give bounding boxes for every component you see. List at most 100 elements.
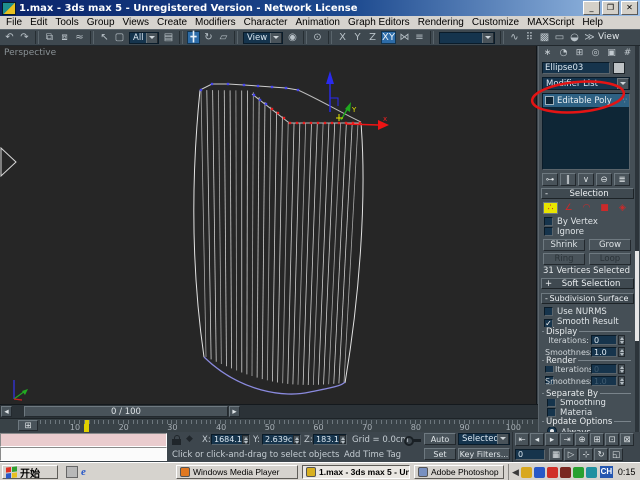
next-frame-arrow[interactable]: ▸ (229, 406, 240, 417)
render-iterations-spinner[interactable] (618, 364, 625, 374)
close-button[interactable]: ✕ (621, 1, 638, 15)
render-iterations-field[interactable]: 0 (591, 364, 617, 374)
menu-modifiers[interactable]: Modifiers (191, 17, 240, 28)
play-button[interactable]: ▸ (545, 433, 559, 446)
menu-animation[interactable]: Animation (292, 17, 344, 28)
show-desktop-icon[interactable] (66, 466, 78, 478)
subdivision-surface-rollout-header[interactable]: - Subdivision Surface (541, 293, 634, 304)
tray-icon-4[interactable] (559, 466, 571, 478)
current-frame-field[interactable]: 0 (515, 449, 545, 460)
select-and-rotate-icon[interactable]: ↻ (202, 31, 215, 44)
dropdown-arrow-icon[interactable] (497, 434, 509, 444)
by-vertex-checkbox[interactable]: By Vertex (544, 217, 598, 227)
smoothing-groups-checkbox[interactable]: Smoothing (547, 398, 606, 408)
set-key-icon[interactable] (404, 436, 421, 446)
open-mini-curve-editor-button[interactable]: ⊞ (18, 420, 38, 431)
macro-recorder-line[interactable] (0, 433, 167, 447)
soft-selection-rollout-header[interactable]: + Soft Selection (541, 278, 634, 289)
menu-views[interactable]: Views (119, 17, 154, 28)
use-pivot-point-center-icon[interactable]: ◉ (286, 31, 299, 44)
menu-group[interactable]: Group (83, 17, 119, 28)
checkbox-box[interactable] (547, 408, 556, 417)
tab-utilities[interactable]: # (621, 47, 634, 59)
loop-button[interactable]: Loop (589, 253, 631, 265)
panel-scrollbar-track[interactable] (635, 46, 639, 432)
tab-modify[interactable]: ◔ (557, 47, 570, 59)
ring-button[interactable]: Ring (543, 253, 585, 265)
tab-motion[interactable]: ◎ (589, 47, 602, 59)
z-coordinate-field[interactable]: 183.154 (313, 434, 347, 445)
panel-scrollbar-thumb[interactable] (635, 251, 639, 341)
absolute-mode-icon[interactable]: ◆ (186, 434, 193, 444)
select-by-name-icon[interactable]: ▤ (162, 31, 175, 44)
auto-key-button[interactable]: Auto Key (424, 433, 456, 445)
reference-coordinate-dropdown[interactable]: View (243, 31, 283, 44)
object-color-swatch[interactable] (613, 62, 625, 74)
display-iterations-field[interactable]: 0 (591, 335, 617, 345)
tray-icon-3[interactable] (546, 466, 558, 478)
zoom-all-icon[interactable]: ⊞ (590, 433, 604, 446)
mirror-icon[interactable]: ⋈ (398, 31, 411, 44)
edge-mode-icon[interactable]: ∠ (561, 202, 576, 214)
align-icon[interactable]: ≡ (413, 31, 426, 44)
grow-button[interactable]: Grow (589, 239, 631, 251)
restrict-xy-plane-button[interactable]: XY (381, 31, 396, 44)
start-button[interactable]: 开始 (2, 465, 58, 480)
go-to-end-button[interactable]: ⇥ (560, 433, 574, 446)
show-end-result-icon[interactable]: ‖ (560, 173, 576, 186)
configure-modifier-sets-icon[interactable]: ≣ (614, 173, 630, 186)
track-bar[interactable]: ⊞ 10 20 30 40 50 60 70 80 90 100 (0, 418, 538, 432)
menu-help[interactable]: Help (578, 17, 607, 28)
tray-icon-2[interactable] (533, 466, 545, 478)
unlink-selection-icon[interactable]: ⧈ (58, 31, 71, 44)
menu-customize[interactable]: Customize (468, 17, 523, 28)
polygon-mode-icon[interactable]: ■ (597, 202, 612, 214)
time-configuration-icon[interactable]: ▦ (549, 448, 563, 461)
render-scene-icon[interactable]: ▭ (553, 31, 566, 44)
undo-icon[interactable]: ↶ (3, 31, 16, 44)
display-smoothness-spinner[interactable] (618, 347, 625, 357)
material-editor-icon[interactable]: ▩ (538, 31, 551, 44)
menu-tools[interactable]: Tools (51, 17, 82, 28)
task-adobe-photoshop[interactable]: Adobe Photoshop (414, 465, 504, 479)
zoom-extents-icon[interactable]: ⊡ (605, 433, 619, 446)
listener-line[interactable] (0, 447, 167, 461)
stack-item-editable-poly[interactable]: Editable Poly ∵ (543, 94, 629, 107)
redo-icon[interactable]: ↷ (18, 31, 31, 44)
object-name-field[interactable]: Ellipse03 (542, 62, 610, 74)
y-coordinate-field[interactable]: 2.639cm (262, 434, 301, 445)
set-key-button[interactable]: Set Key (424, 448, 456, 460)
modifier-stack[interactable]: Editable Poly ∵ (542, 93, 630, 170)
menu-graph-editors[interactable]: Graph Editors (344, 17, 414, 28)
key-mode-dropdown[interactable]: Selected (458, 433, 510, 445)
menu-file[interactable]: File (2, 17, 26, 28)
restore-button[interactable]: ❐ (602, 1, 619, 15)
quick-render-icon[interactable]: ≫ (583, 31, 596, 44)
time-slider[interactable]: 0 / 100 (24, 406, 228, 417)
wireframe-object[interactable] (200, 89, 359, 386)
tray-icon-6[interactable] (585, 466, 597, 478)
edge-arrow-object[interactable] (0, 146, 17, 178)
tray-icon-1[interactable] (520, 466, 532, 478)
checkbox-box[interactable] (544, 307, 553, 316)
previous-frame-arrow[interactable]: ◂ (1, 406, 12, 417)
shrink-button[interactable]: Shrink (543, 239, 585, 251)
border-mode-icon[interactable]: ◠ (579, 202, 594, 214)
render-smoothness-spinner[interactable] (618, 376, 625, 386)
select-object-icon[interactable]: ↖ (98, 31, 111, 44)
dropdown-arrow-icon[interactable] (481, 32, 494, 43)
ie-icon[interactable]: e (81, 466, 93, 478)
select-and-scale-icon[interactable]: ▱ (217, 31, 230, 44)
tray-icon-5[interactable] (572, 466, 584, 478)
display-iterations-spinner[interactable] (618, 335, 625, 345)
x-coordinate-field[interactable]: 1684.15 (211, 434, 250, 445)
display-smoothness-field[interactable]: 1.0 (591, 347, 617, 357)
min-max-toggle-icon[interactable]: ◱ (609, 448, 623, 461)
add-time-tag[interactable]: Add Time Tag (344, 450, 401, 460)
remove-modifier-icon[interactable]: ⊖ (596, 173, 612, 186)
transform-gizmo[interactable]: Y x (326, 71, 389, 130)
selection-filter-dropdown[interactable]: All (129, 31, 159, 44)
bind-to-space-warp-icon[interactable]: ≈ (73, 31, 86, 44)
modifier-list-dropdown[interactable]: Modifier List (542, 77, 630, 90)
select-and-manipulate-icon[interactable]: ⊙ (311, 31, 324, 44)
